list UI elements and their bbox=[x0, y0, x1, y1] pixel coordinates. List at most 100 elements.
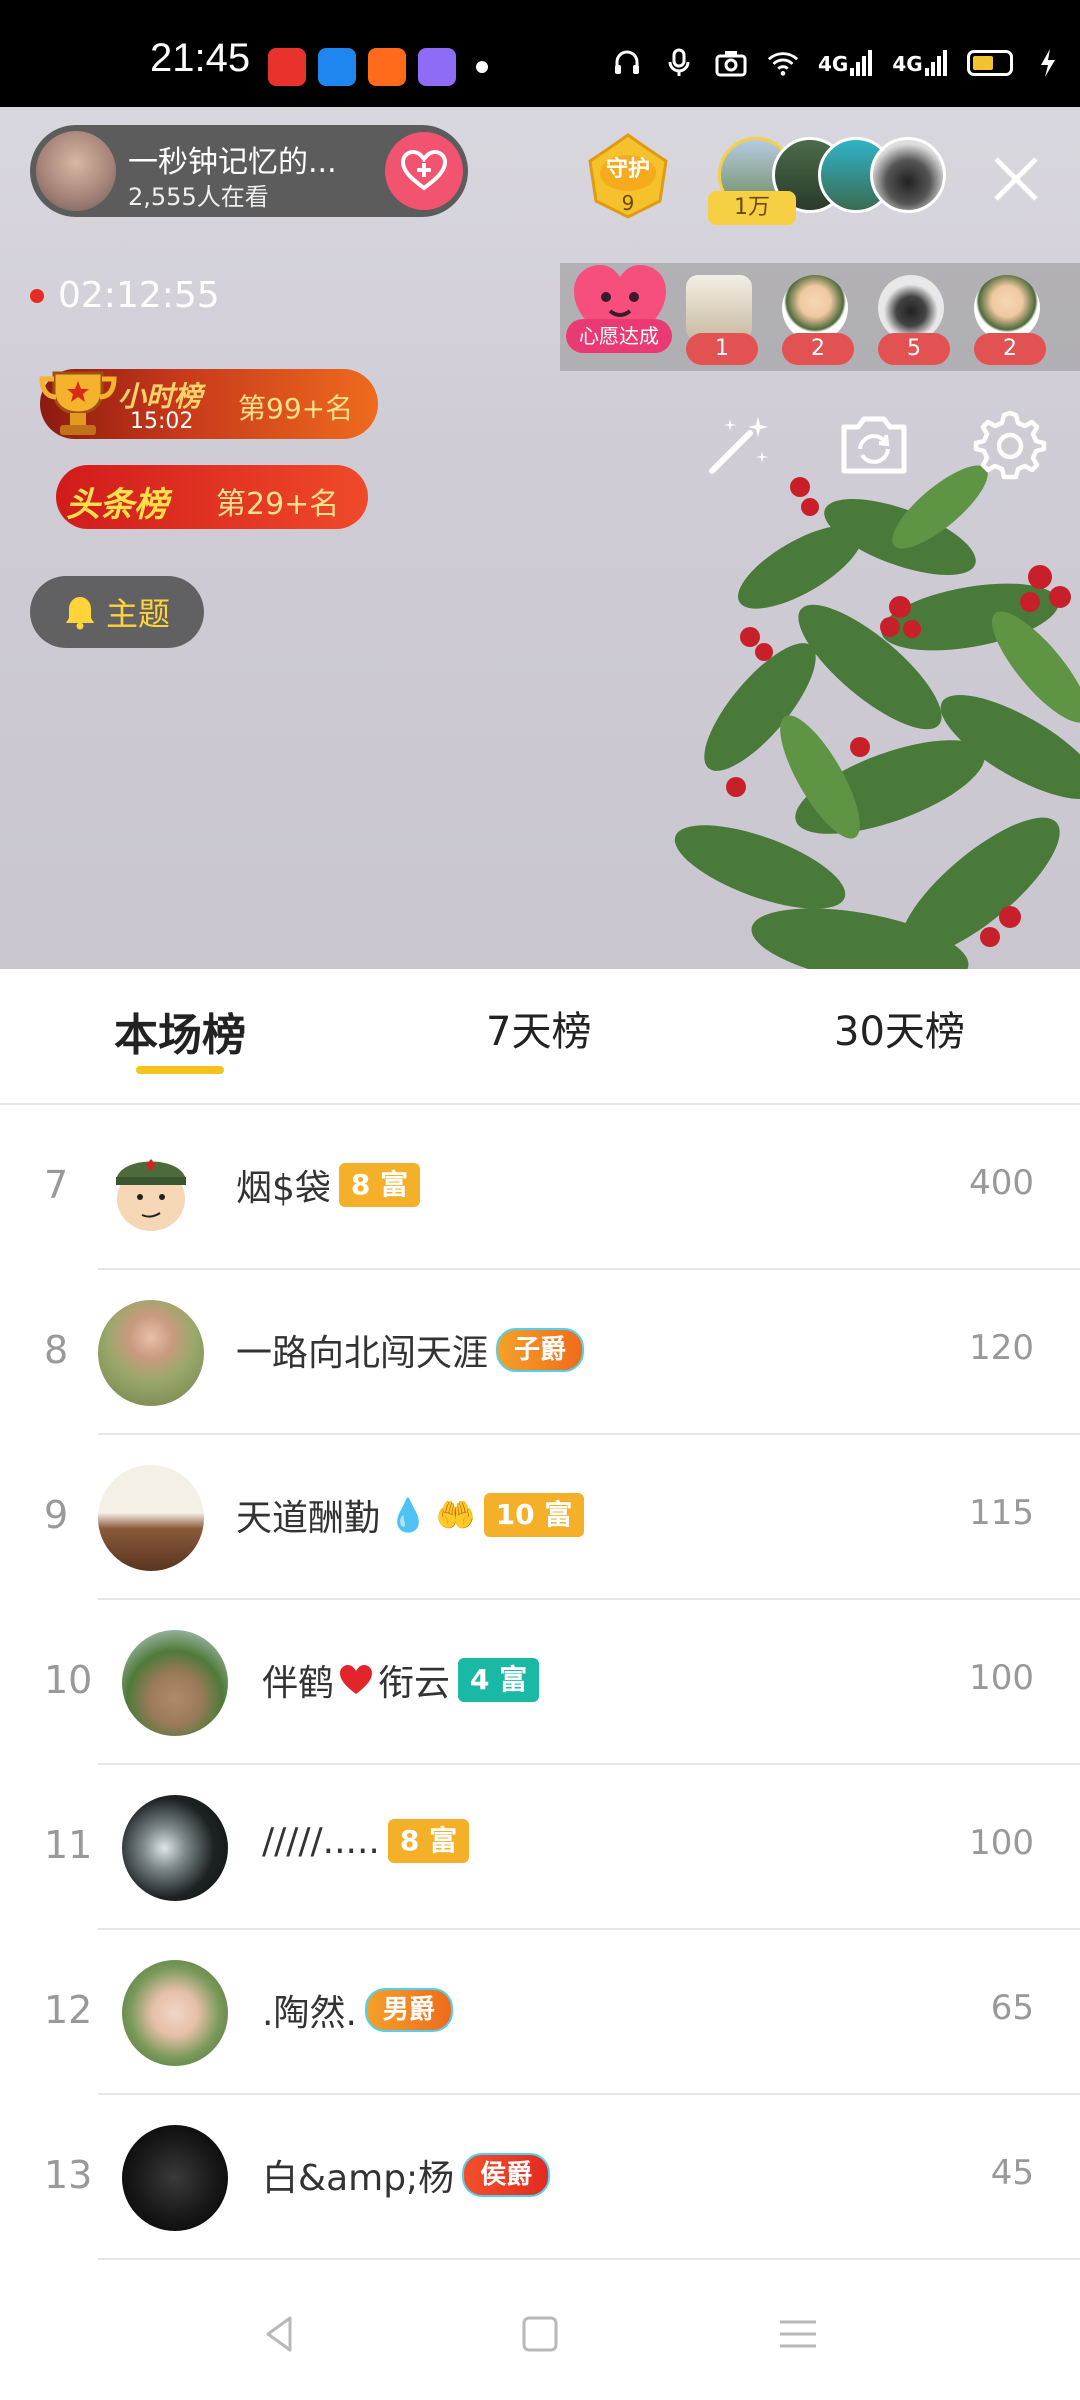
user-name: 白&amp;杨 bbox=[262, 2158, 455, 2199]
user-name-line: .陶然. 男爵 bbox=[262, 1984, 453, 2036]
wifi-icon bbox=[766, 46, 800, 80]
close-button[interactable] bbox=[988, 151, 1044, 207]
headphones-icon bbox=[610, 46, 644, 80]
live-timer: 02:12:55 bbox=[30, 275, 220, 316]
user-name: .陶然. bbox=[262, 1993, 357, 2034]
wish-slot-avatar bbox=[686, 275, 752, 341]
user-name: 一路向北闯天涯 bbox=[236, 1333, 489, 1374]
system-nav-bar bbox=[0, 2270, 1080, 2400]
guard-badge[interactable]: 守护 9 bbox=[580, 131, 676, 227]
home-icon[interactable] bbox=[516, 2310, 564, 2358]
avatar[interactable] bbox=[98, 1300, 204, 1406]
topic-label: 主题 bbox=[105, 595, 170, 633]
recording-dot bbox=[30, 288, 44, 303]
avatar[interactable] bbox=[122, 1960, 228, 2066]
user-name-line: 一路向北闯天涯 子爵 bbox=[236, 1324, 585, 1376]
top-contribution-badge: 1万 bbox=[708, 191, 796, 225]
camera-icon bbox=[714, 46, 748, 80]
guard-count: 9 bbox=[621, 191, 635, 215]
user-name-line: /////..... 8 富 bbox=[262, 1819, 470, 1863]
wish-slot[interactable]: 5 bbox=[878, 275, 950, 365]
ranking-list: 7 烟$袋 8 富 400 8 一路向北闯天涯 子爵 120 9 天道酬勤 💧 … bbox=[0, 1105, 1080, 2260]
topic-button[interactable]: 主题 bbox=[30, 576, 204, 648]
host-name: 一秒钟记忆的... bbox=[128, 145, 337, 180]
contribution-score: 120 bbox=[969, 1328, 1034, 1368]
list-item[interactable]: 9 天道酬勤 💧 🤲 10 富 115 bbox=[0, 1435, 1080, 1600]
back-icon[interactable] bbox=[256, 2310, 304, 2358]
contribution-score: 65 bbox=[990, 1988, 1034, 2028]
user-name-line: 白&amp;杨 侯爵 bbox=[262, 2149, 551, 2201]
viewer-avatar[interactable] bbox=[870, 137, 946, 213]
user-name-part-2: 衔云 bbox=[378, 1663, 451, 1704]
avatar[interactable] bbox=[122, 2125, 228, 2231]
camera-flip-icon[interactable] bbox=[836, 407, 912, 483]
rich-level-badge: 8 富 bbox=[387, 1819, 470, 1863]
wish-slot[interactable]: 2 bbox=[974, 275, 1046, 365]
user-name: 天道酬勤 bbox=[236, 1498, 381, 1539]
host-avatar[interactable] bbox=[36, 131, 116, 211]
hour-rank-card[interactable]: 小时榜 15:02 第99+名 bbox=[39, 369, 378, 439]
wish-slot-avatar bbox=[782, 275, 848, 341]
tab-7-days[interactable]: 7天榜 bbox=[486, 999, 591, 1057]
bell-icon bbox=[65, 597, 94, 630]
host-info-pill[interactable]: 一秒钟记忆的... 2,555人在看 bbox=[30, 125, 468, 217]
wish-slot-count: 2 bbox=[782, 333, 854, 365]
list-item[interactable]: 10 伴鹤 衔云 4 富 100 bbox=[0, 1600, 1080, 1765]
rank-number: 13 bbox=[44, 2153, 93, 2197]
user-name: /////..... bbox=[262, 1820, 380, 1862]
avatar[interactable] bbox=[98, 1465, 204, 1571]
status-app-icons bbox=[268, 48, 488, 86]
wish-slot-avatar bbox=[878, 275, 944, 341]
rich-level-badge: 4 富 bbox=[458, 1658, 540, 1702]
list-item[interactable]: 12 .陶然. 男爵 65 bbox=[0, 1930, 1080, 2095]
user-name: 烟$袋 bbox=[236, 1168, 331, 1209]
tab-30-days[interactable]: 30天榜 bbox=[834, 999, 965, 1057]
contribution-score: 115 bbox=[969, 1493, 1034, 1533]
trophy-icon bbox=[39, 371, 117, 435]
list-item[interactable]: 7 烟$袋 8 富 400 bbox=[0, 1105, 1080, 1270]
divider bbox=[98, 2258, 1080, 2260]
user-name-part-1: 伴鹤 bbox=[262, 1663, 335, 1704]
avatar[interactable] bbox=[122, 1630, 228, 1736]
tab-current-session[interactable]: 本场榜 bbox=[114, 999, 246, 1063]
list-item[interactable]: 8 一路向北闯天涯 子爵 120 bbox=[0, 1270, 1080, 1435]
wish-slot[interactable]: 2 bbox=[782, 275, 854, 365]
guard-label: 守护 bbox=[605, 157, 650, 182]
rank-number: 8 bbox=[44, 1328, 69, 1372]
headline-rank-position: 第29+名 bbox=[216, 487, 340, 522]
headline-rank-card[interactable]: 头条榜 第29+名 bbox=[56, 465, 368, 529]
user-name-line: 烟$袋 8 富 bbox=[236, 1159, 421, 1211]
status-time: 21:45 bbox=[150, 36, 251, 80]
noble-title-badge: 侯爵 bbox=[462, 2153, 551, 2197]
wish-slot-count: 5 bbox=[878, 333, 950, 365]
gear-icon[interactable] bbox=[972, 407, 1048, 483]
wish-slot[interactable]: 1 bbox=[686, 275, 758, 365]
menu-icon[interactable] bbox=[774, 2310, 822, 2358]
rank-number: 11 bbox=[44, 1823, 93, 1867]
live-video-area[interactable]: 一秒钟记忆的... 2,555人在看 守护 9 1万 02:12:55 心愿达成… bbox=[0, 107, 1080, 969]
charging-icon bbox=[1031, 46, 1065, 80]
avatar[interactable] bbox=[98, 1135, 204, 1241]
hour-rank-time: 15:02 bbox=[130, 409, 194, 434]
noble-title-badge: 男爵 bbox=[364, 1988, 453, 2032]
water-drop-icon: 💧 bbox=[388, 1496, 428, 1534]
viewer-count: 2,555人在看 bbox=[128, 183, 269, 211]
list-item[interactable]: 13 白&amp;杨 侯爵 45 bbox=[0, 2095, 1080, 2260]
list-item[interactable]: 11 /////..... 8 富 100 bbox=[0, 1765, 1080, 1930]
signal-2-icon: 4G bbox=[892, 50, 948, 76]
app-notification-icon bbox=[418, 48, 456, 86]
rich-level-badge: 10 富 bbox=[483, 1493, 585, 1537]
app-notification-icon bbox=[368, 48, 406, 86]
rich-level-badge: 8 富 bbox=[338, 1163, 421, 1207]
close-icon bbox=[994, 157, 1038, 201]
avatar[interactable] bbox=[122, 1795, 228, 1901]
wish-slot-count: 2 bbox=[974, 333, 1046, 365]
app-notification-icon bbox=[268, 48, 306, 86]
follow-button[interactable] bbox=[385, 132, 463, 210]
signal-1-icon: 4G bbox=[818, 50, 874, 76]
contribution-score: 45 bbox=[990, 2153, 1034, 2193]
hands-icon: 🤲 bbox=[435, 1496, 476, 1534]
more-notifications-dot bbox=[476, 61, 488, 73]
user-name-line: 天道酬勤 💧 🤲 10 富 bbox=[236, 1489, 585, 1541]
magic-wand-icon[interactable] bbox=[700, 407, 776, 483]
